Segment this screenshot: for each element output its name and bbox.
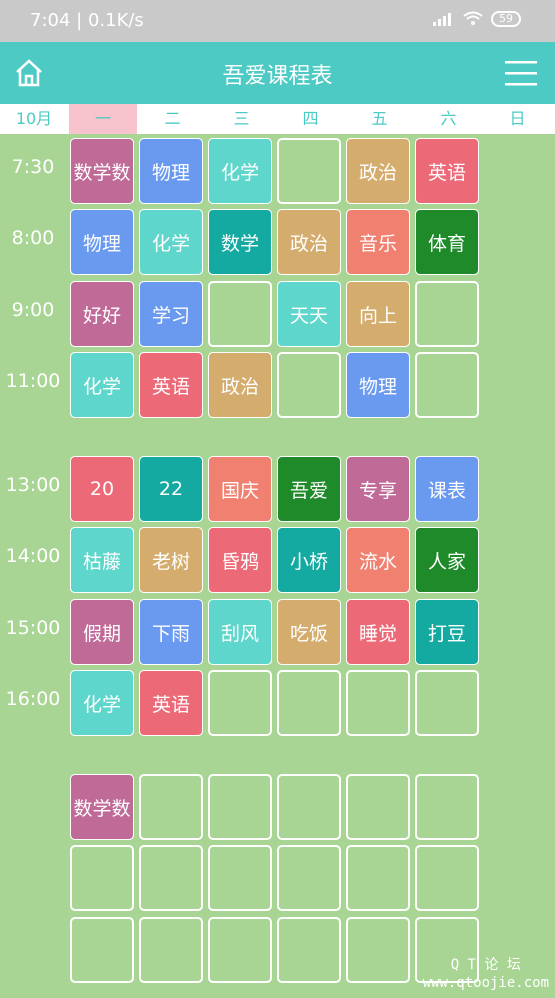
- timetable-grid: 7:30 8:00 9:00 11:00 13:00 14:00 15:00 16:00 数学数…: [0, 134, 555, 998]
- status-bar: 7:04 | 0.1K/s 59: [0, 0, 555, 42]
- empty-slot[interactable]: [415, 845, 479, 911]
- empty-slot[interactable]: [415, 670, 479, 736]
- empty-slot[interactable]: [346, 774, 410, 840]
- course-card[interactable]: 政治: [346, 138, 410, 204]
- course-card[interactable]: 英语: [139, 670, 203, 736]
- time-label: 13:00: [5, 474, 61, 496]
- week-header: 10月 一 二 三 四 五 六 日: [0, 104, 555, 134]
- empty-slot[interactable]: [208, 281, 272, 347]
- weekday-4: 五: [371, 109, 388, 128]
- empty-slot[interactable]: [415, 774, 479, 840]
- course-card[interactable]: 数学: [208, 209, 272, 275]
- course-card[interactable]: 睡觉: [346, 599, 410, 665]
- empty-slot[interactable]: [277, 670, 341, 736]
- course-card[interactable]: 好好: [70, 281, 134, 347]
- course-card[interactable]: 向上: [346, 281, 410, 347]
- time-label: 14:00: [5, 545, 61, 567]
- course-card[interactable]: 英语: [139, 352, 203, 418]
- course-card[interactable]: 数学数: [70, 774, 134, 840]
- weekday-1: 二: [164, 109, 181, 128]
- empty-slot[interactable]: [277, 845, 341, 911]
- course-card[interactable]: 政治: [208, 352, 272, 418]
- empty-slot[interactable]: [277, 917, 341, 983]
- course-card[interactable]: 老树: [139, 527, 203, 593]
- course-card[interactable]: 打豆: [415, 599, 479, 665]
- course-card[interactable]: 枯藤: [70, 527, 134, 593]
- empty-slot[interactable]: [277, 774, 341, 840]
- course-card[interactable]: 课表: [415, 456, 479, 522]
- course-card[interactable]: 化学: [70, 352, 134, 418]
- course-card[interactable]: 下雨: [139, 599, 203, 665]
- course-card[interactable]: 刮风: [208, 599, 272, 665]
- empty-slot[interactable]: [346, 917, 410, 983]
- course-card[interactable]: 假期: [70, 599, 134, 665]
- course-card[interactable]: 数学数: [70, 138, 134, 204]
- empty-slot[interactable]: [415, 281, 479, 347]
- time-label: 9:00: [11, 299, 55, 321]
- watermark: Q T 论 坛 www.qtoojie.com: [423, 956, 549, 992]
- course-card[interactable]: 吾爱: [277, 456, 341, 522]
- weekday-2: 三: [233, 109, 250, 128]
- course-card[interactable]: 化学: [70, 670, 134, 736]
- empty-slot[interactable]: [139, 917, 203, 983]
- empty-slot[interactable]: [139, 774, 203, 840]
- system-icons: 59: [433, 11, 521, 27]
- course-card[interactable]: 国庆: [208, 456, 272, 522]
- course-card[interactable]: 英语: [415, 138, 479, 204]
- wifi-icon: [463, 11, 483, 25]
- watermark-title: Q T 论 坛: [450, 957, 521, 973]
- empty-slot[interactable]: [277, 352, 341, 418]
- course-card[interactable]: 化学: [208, 138, 272, 204]
- course-card[interactable]: 天天: [277, 281, 341, 347]
- weekday-3: 四: [302, 109, 319, 128]
- course-card[interactable]: 人家: [415, 527, 479, 593]
- empty-slot[interactable]: [70, 917, 134, 983]
- empty-slot[interactable]: [208, 917, 272, 983]
- course-card[interactable]: 学习: [139, 281, 203, 347]
- page-title: 吾爱课程表: [222, 64, 333, 89]
- course-card[interactable]: 流水: [346, 527, 410, 593]
- time-label: 15:00: [5, 617, 61, 639]
- empty-slot[interactable]: [346, 670, 410, 736]
- time-label: 16:00: [5, 688, 61, 710]
- course-card[interactable]: 体育: [415, 209, 479, 275]
- month-label: 10月: [15, 109, 53, 128]
- course-card[interactable]: 吃饭: [277, 599, 341, 665]
- weekday-0: 一: [69, 104, 137, 134]
- status-time: 7:04 | 0.1K/s: [30, 10, 144, 31]
- time-label: 8:00: [11, 227, 55, 249]
- empty-slot[interactable]: [70, 845, 134, 911]
- course-card[interactable]: 物理: [70, 209, 134, 275]
- weekday-5: 六: [440, 109, 457, 128]
- battery-icon: 59: [491, 11, 521, 27]
- empty-slot[interactable]: [208, 670, 272, 736]
- course-card[interactable]: 物理: [346, 352, 410, 418]
- empty-slot[interactable]: [208, 774, 272, 840]
- watermark-url: www.qtoojie.com: [422, 975, 549, 991]
- app-bar: 吾爱课程表: [0, 42, 555, 104]
- empty-slot[interactable]: [208, 845, 272, 911]
- course-card[interactable]: 22: [139, 456, 203, 522]
- course-card[interactable]: 化学: [139, 209, 203, 275]
- time-label: 7:30: [11, 156, 55, 178]
- empty-slot[interactable]: [415, 352, 479, 418]
- empty-slot[interactable]: [346, 845, 410, 911]
- course-card[interactable]: 音乐: [346, 209, 410, 275]
- course-card[interactable]: 昏鸦: [208, 527, 272, 593]
- course-card[interactable]: 小桥: [277, 527, 341, 593]
- course-card[interactable]: 政治: [277, 209, 341, 275]
- time-label: 11:00: [5, 370, 61, 392]
- weekday-6: 日: [509, 109, 526, 128]
- course-card[interactable]: 物理: [139, 138, 203, 204]
- course-card[interactable]: 20: [70, 456, 134, 522]
- empty-slot[interactable]: [139, 845, 203, 911]
- course-card[interactable]: 专享: [346, 456, 410, 522]
- menu-icon[interactable]: [505, 60, 537, 86]
- signal-icon: [433, 13, 451, 26]
- empty-slot[interactable]: [277, 138, 341, 204]
